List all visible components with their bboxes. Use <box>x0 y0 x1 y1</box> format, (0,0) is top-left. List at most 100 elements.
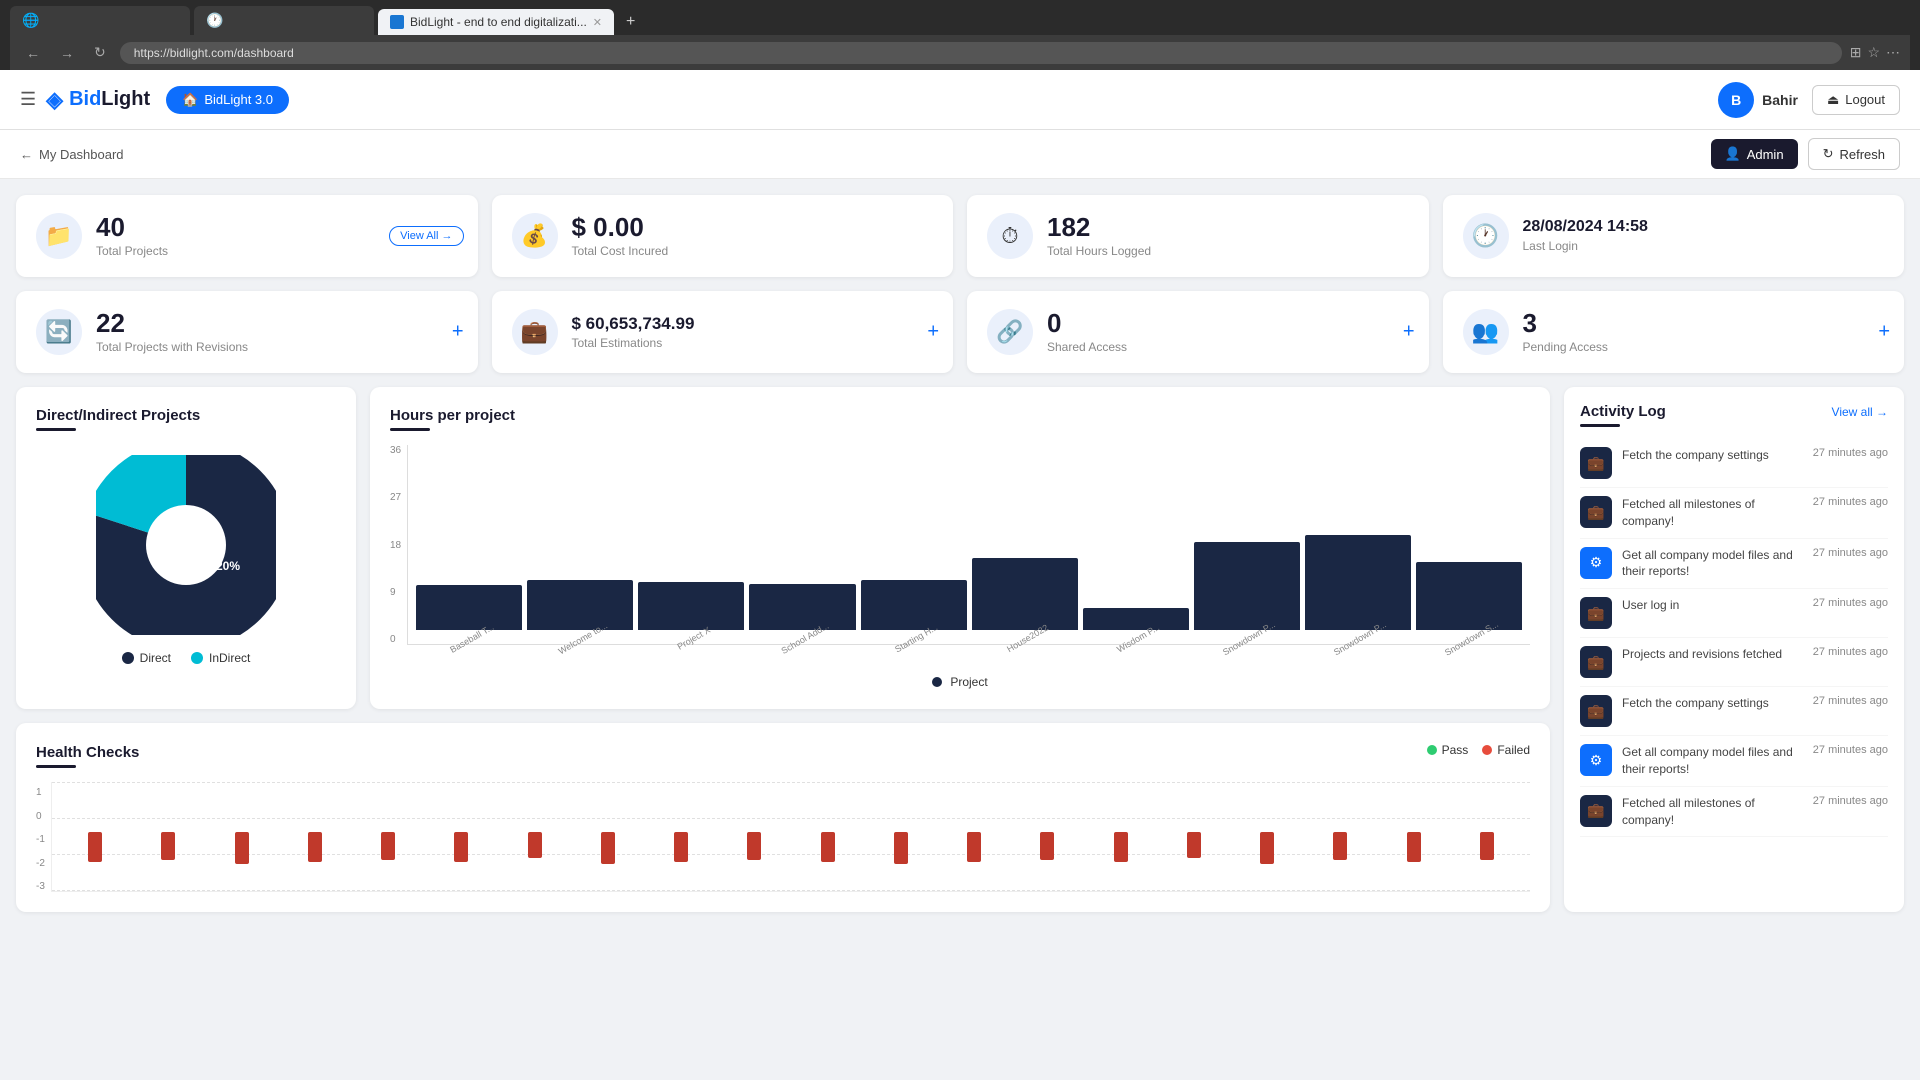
health-bar-col-16 <box>1159 782 1229 891</box>
refresh-icon: ↻ <box>1823 146 1834 162</box>
admin-button[interactable]: 👤 Admin <box>1711 139 1798 169</box>
logo-icon: ◈ <box>46 87 63 113</box>
revisions-action: + <box>452 321 464 344</box>
hours-info: 182 Total Hours Logged <box>1047 214 1409 258</box>
pass-label: Pass <box>1442 743 1469 757</box>
active-tab[interactable]: BidLight - end to end digitalizati... ✕ <box>378 9 614 35</box>
charts-row: Direct/Indirect Projects <box>16 387 1550 709</box>
bar-fill <box>1194 542 1300 630</box>
activity-text-8: Fetched all milestones of company! <box>1622 795 1803 829</box>
cast-icon[interactable]: ⊞ <box>1850 44 1862 61</box>
stat-card-shared: 🔗 0 Shared Access + <box>967 291 1429 373</box>
health-bar-col-9 <box>646 782 716 891</box>
activity-icon-3: ⚙ <box>1580 547 1612 579</box>
add-revision-button[interactable]: + <box>452 321 464 344</box>
bidlight-version-button[interactable]: 🏠 BidLight 3.0 <box>166 86 289 114</box>
view-all-projects-button[interactable]: View All → <box>389 226 463 246</box>
total-projects-label: Total Projects <box>96 244 458 258</box>
inactive-tab[interactable]: 🌐 <box>10 6 190 35</box>
svg-text:20%: 20% <box>216 559 240 573</box>
sub-header: ← My Dashboard 👤 Admin ↻ Refresh <box>0 130 1920 179</box>
browser-chrome: 🌐 🕐 BidLight - end to end digitalizati..… <box>0 0 1920 70</box>
reload-button[interactable]: ↻ <box>88 41 112 64</box>
new-tab-button[interactable]: + <box>618 9 643 35</box>
health-bar-col-12 <box>866 782 936 891</box>
browser-toolbar: ← → ↻ ⊞ ☆ ⋯ <box>10 35 1910 70</box>
bar-fill <box>861 580 967 630</box>
pass-dot <box>1427 745 1437 755</box>
activity-time-8: 27 minutes ago <box>1813 795 1888 807</box>
content-area: 📁 40 Total Projects View All → 💰 $ 0.00 … <box>0 179 1920 928</box>
activity-icon-7: ⚙ <box>1580 744 1612 776</box>
health-bar-col-5 <box>353 782 423 891</box>
health-bar-col-6 <box>426 782 496 891</box>
stat-card-cost: 💰 $ 0.00 Total Cost Incured <box>492 195 954 277</box>
fail-dot <box>1482 745 1492 755</box>
stats-row-2: 🔄 22 Total Projects with Revisions + 💼 $… <box>16 291 1904 373</box>
fail-legend: Failed <box>1482 743 1530 757</box>
pie-chart-underline <box>36 428 76 431</box>
stat-card-revisions: 🔄 22 Total Projects with Revisions + <box>16 291 478 373</box>
star-icon[interactable]: ☆ <box>1867 44 1880 61</box>
logout-button[interactable]: ⏏ Logout <box>1812 85 1900 115</box>
bar-fill <box>527 580 633 630</box>
activity-item-1: 💼 Fetch the company settings 27 minutes … <box>1580 439 1888 488</box>
refresh-button[interactable]: ↻ Refresh <box>1808 138 1900 170</box>
activity-text-5: Projects and revisions fetched <box>1622 646 1803 663</box>
view-all-label: View all → <box>1832 405 1888 419</box>
activity-underline <box>1580 424 1620 427</box>
activity-time-4: 27 minutes ago <box>1813 597 1888 609</box>
fail-label: Failed <box>1497 743 1530 757</box>
url-bar[interactable] <box>120 42 1842 64</box>
health-bar-col-3 <box>206 782 276 891</box>
shared-icon: 🔗 <box>987 309 1033 355</box>
activity-log-header: Activity Log View all → <box>1580 403 1888 420</box>
view-all-activity-link[interactable]: View all → <box>1832 405 1888 419</box>
revisions-icon: 🔄 <box>36 309 82 355</box>
more-icon[interactable]: ⋯ <box>1886 44 1900 61</box>
health-y-axis: 10-1-2-3 <box>36 782 51 892</box>
health-bar-col-1 <box>60 782 130 891</box>
total-projects-action: View All → <box>389 226 463 246</box>
health-chart-area: 10-1-2-3 <box>36 782 1530 892</box>
activity-text-6: Fetch the company settings <box>1622 695 1803 712</box>
health-bar-col-4 <box>280 782 350 891</box>
activity-text-7: Get all company model files and their re… <box>1622 744 1803 778</box>
indirect-legend-dot <box>191 652 203 664</box>
activity-time-7: 27 minutes ago <box>1813 744 1888 756</box>
bar-chart-underline <box>390 428 430 431</box>
activity-icon-5: 💼 <box>1580 646 1612 678</box>
stat-card-hours: ⏱ 182 Total Hours Logged <box>967 195 1429 277</box>
pie-chart-title: Direct/Indirect Projects <box>36 407 336 424</box>
y-axis: 36271890 <box>390 445 407 645</box>
stat-card-estimations: 💼 $ 60,653,734.99 Total Estimations + <box>492 291 954 373</box>
activity-icon-6: 💼 <box>1580 695 1612 727</box>
hours-value: 182 <box>1047 214 1409 240</box>
tab-title: BidLight - end to end digitalizati... <box>410 15 587 29</box>
add-shared-button[interactable]: + <box>1403 321 1415 344</box>
pending-value: 3 <box>1523 310 1885 336</box>
breadcrumb[interactable]: ← My Dashboard <box>20 147 124 162</box>
bar-projectx: Project X <box>638 582 744 644</box>
charts-activity-row: Direct/Indirect Projects <box>16 387 1904 912</box>
bars-container: Baseball T... Welcome to... Project X <box>407 445 1530 645</box>
health-legend: Pass Failed <box>1427 743 1530 757</box>
health-bar-col-2 <box>133 782 203 891</box>
bar-snowdown2: Snowdown P... <box>1305 535 1411 644</box>
logo[interactable]: ◈ BidLight <box>46 87 150 113</box>
forward-button[interactable]: → <box>54 42 80 64</box>
bar-fill <box>749 584 855 630</box>
add-estimation-button[interactable]: + <box>927 321 939 344</box>
back-button[interactable]: ← <box>20 42 46 64</box>
admin-icon: 👤 <box>1725 146 1741 162</box>
health-bar-col-18 <box>1305 782 1375 891</box>
sidebar-toggle-button[interactable]: ☰ <box>20 89 36 110</box>
activity-icon-2: 💼 <box>1580 496 1612 528</box>
bar-fill <box>972 558 1078 630</box>
health-underline <box>36 765 76 768</box>
tab-close-btn[interactable]: ✕ <box>593 16 602 29</box>
history-tab[interactable]: 🕐 <box>194 6 374 35</box>
sub-header-right: 👤 Admin ↻ Refresh <box>1711 138 1900 170</box>
add-pending-button[interactable]: + <box>1878 321 1890 344</box>
left-charts: Direct/Indirect Projects <box>16 387 1550 912</box>
